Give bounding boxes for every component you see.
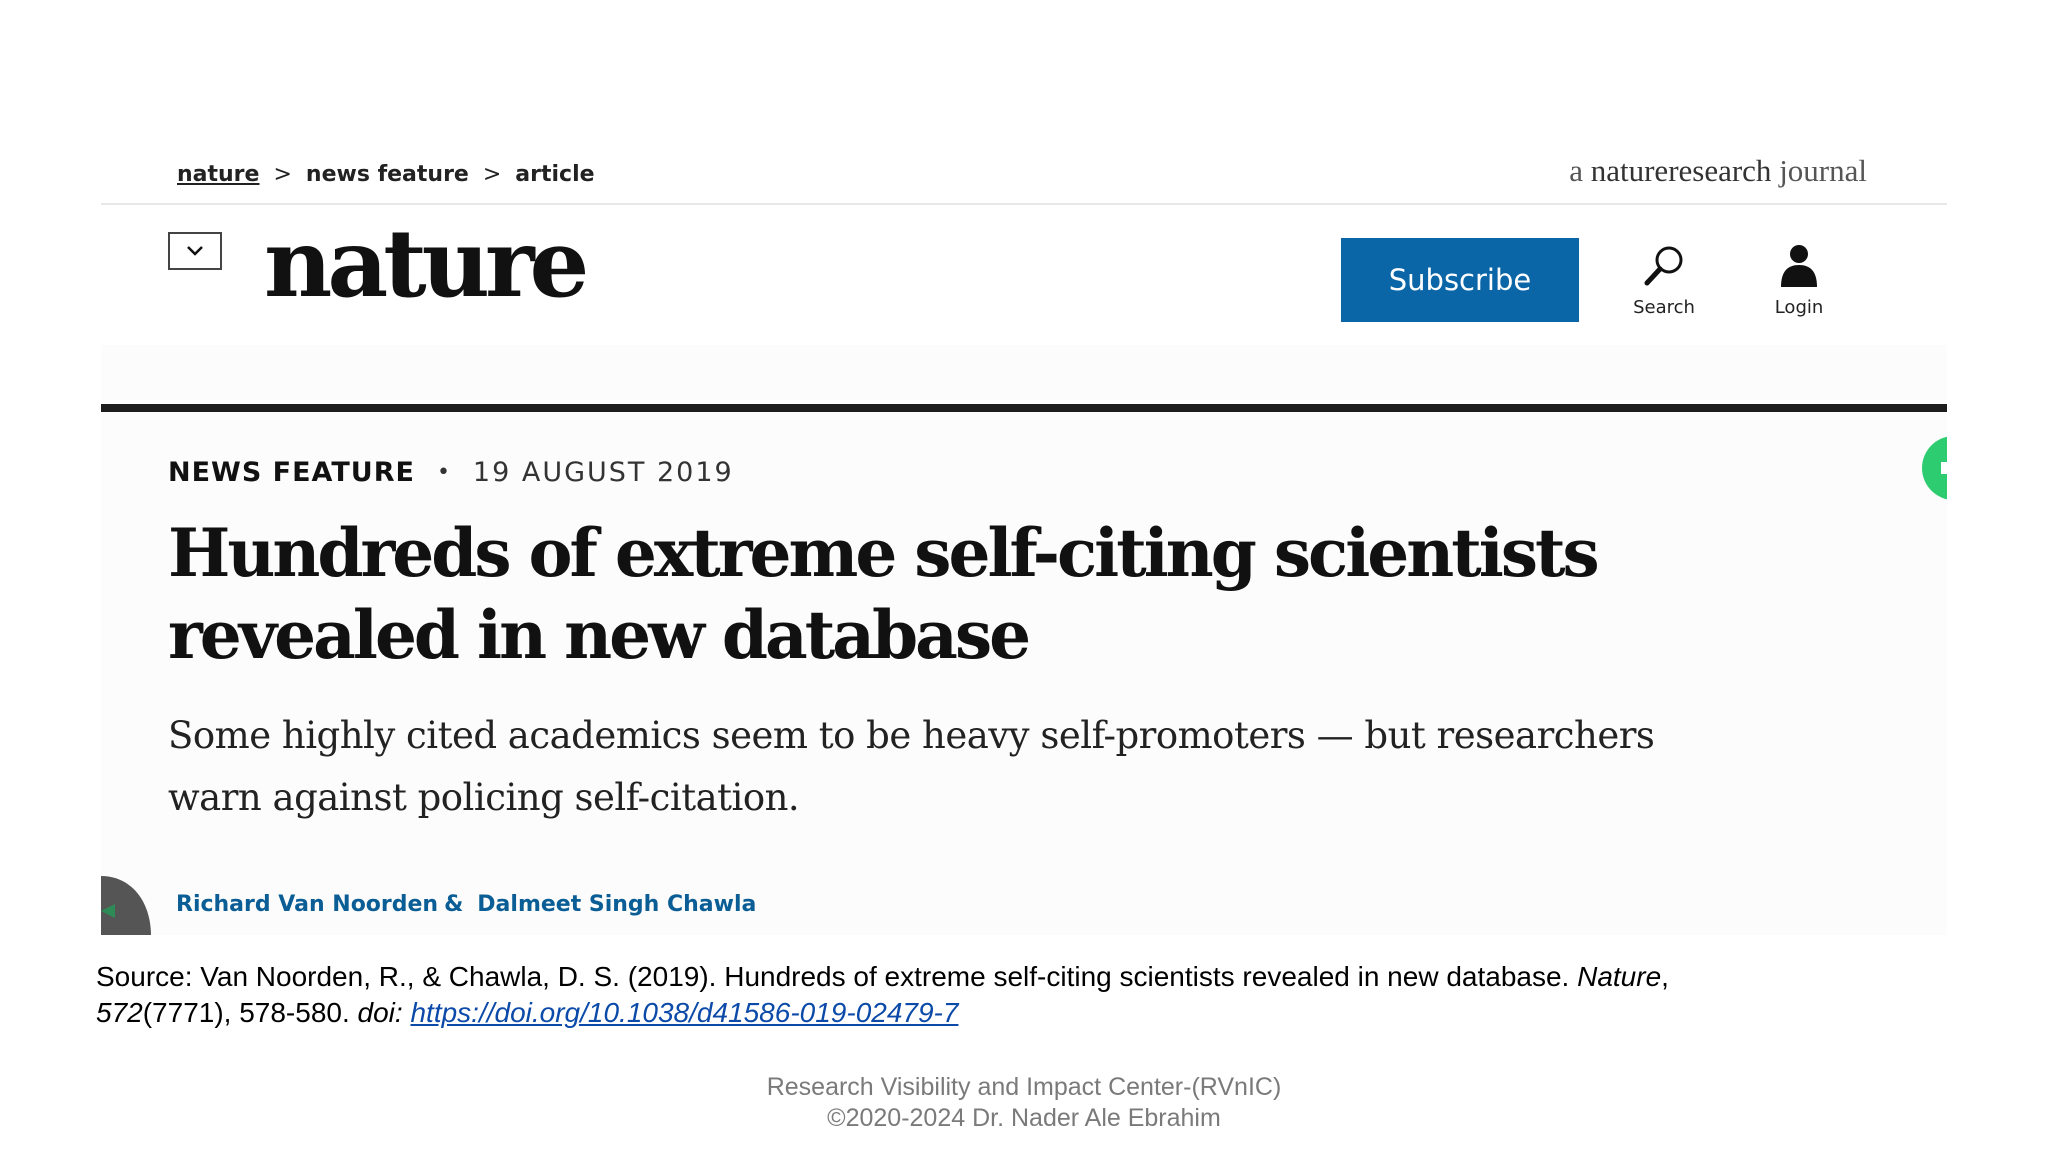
authors-list: Richard Van Noorden & Dalmeet Singh Chaw… xyxy=(176,892,756,917)
share-button[interactable] xyxy=(1922,436,1947,500)
citation-volume: 572 xyxy=(96,997,143,1028)
doi-link[interactable]: https://doi.org/10.1038/d41586-019-02479… xyxy=(410,997,958,1028)
source-citation: Source: Van Noorden, R., & Chawla, D. S.… xyxy=(96,959,1956,1031)
nature-research-journal-tag[interactable]: a natureresearch journal xyxy=(1569,153,1867,189)
standfirst-line-2: warn against policing self-citation. xyxy=(168,776,800,819)
search-button[interactable]: Search xyxy=(1614,243,1714,318)
subscribe-button[interactable]: Subscribe xyxy=(1341,238,1579,322)
search-label: Search xyxy=(1633,297,1695,318)
menu-toggle-button[interactable] xyxy=(168,232,222,270)
citation-issue-pages: (7771), 578-580. xyxy=(142,997,358,1028)
nature-logo[interactable]: nature xyxy=(264,217,589,311)
share-bubble-icon xyxy=(1922,436,1947,500)
search-icon xyxy=(1644,246,1683,286)
breadcrumb-news-feature[interactable]: news feature xyxy=(306,162,469,187)
breadcrumb-article: article xyxy=(515,162,595,187)
chevron-down-icon xyxy=(187,246,203,256)
citation-doi-label: doi: xyxy=(357,997,411,1028)
article-title-line-1: Hundreds of extreme self-citing scientis… xyxy=(168,514,1600,592)
journal-tag-brand: natureresearch xyxy=(1590,153,1772,188)
article-date: 19 AUGUST 2019 xyxy=(472,457,734,488)
breadcrumb: nature > news feature > article xyxy=(177,162,595,187)
author-link-chawla[interactable]: Dalmeet Singh Chawla xyxy=(477,892,756,917)
author-avatar[interactable] xyxy=(101,876,151,935)
citation-comma: , xyxy=(1661,961,1669,992)
article-title-line-2: revealed in new database xyxy=(168,596,1031,674)
user-icon xyxy=(1781,245,1817,287)
citation-journal: Nature xyxy=(1577,961,1662,992)
breadcrumb-separator-icon: > xyxy=(482,162,502,187)
footer-copyright: ©2020-2024 Dr. Nader Ale Ebrahim xyxy=(827,1104,1221,1132)
top-bar: nature > news feature > article a nature… xyxy=(101,140,1947,205)
author-link-van-noorden[interactable]: Richard Van Noorden xyxy=(176,892,438,917)
citation-text: Source: Van Noorden, R., & Chawla, D. S.… xyxy=(96,961,1578,992)
article-type: NEWS FEATURE xyxy=(168,457,415,488)
kicker-separator: • xyxy=(436,460,451,485)
login-button[interactable]: Login xyxy=(1749,243,1849,318)
journal-tag-prefix: a xyxy=(1569,153,1583,188)
breadcrumb-nature-link[interactable]: nature xyxy=(177,162,259,187)
footer-organization: Research Visibility and Impact Center-(R… xyxy=(766,1073,1282,1101)
avatar-icon xyxy=(101,876,151,935)
author-separator: & xyxy=(444,892,464,917)
article-standfirst: Some highly cited academics seem to be h… xyxy=(168,705,1728,829)
article-screenshot: nature > news feature > article a nature… xyxy=(101,140,1947,935)
article-kicker: NEWS FEATURE • 19 AUGUST 2019 xyxy=(168,457,734,488)
breadcrumb-separator-icon: > xyxy=(273,162,292,187)
journal-tag-suffix: journal xyxy=(1779,153,1867,188)
article-title: Hundreds of extreme self-citing scientis… xyxy=(168,512,1668,676)
header-divider xyxy=(101,404,1947,412)
slide-footer: Research Visibility and Impact Center-(R… xyxy=(0,1072,2048,1134)
site-header: nature Subscribe Search Login xyxy=(101,205,1947,412)
standfirst-line-1: Some highly cited academics seem to be h… xyxy=(168,714,1655,757)
login-label: Login xyxy=(1774,297,1824,318)
